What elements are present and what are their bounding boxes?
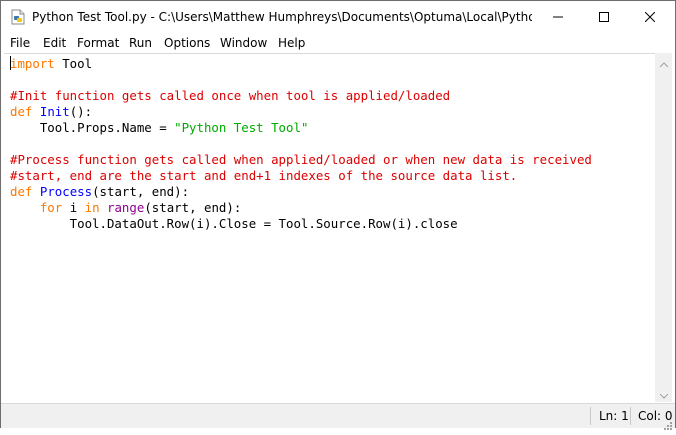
menu-options[interactable]: Options (162, 34, 212, 52)
code-text[interactable]: import Tool #Init function gets called o… (10, 56, 592, 232)
code-line: def Init(): (10, 104, 592, 120)
code-token: (start, end): (144, 200, 242, 215)
code-token: def (10, 184, 33, 199)
code-token: (): (69, 104, 93, 119)
status-divider (590, 407, 591, 425)
window-title: Python Test Tool.py - C:\Users\Matthew H… (32, 10, 532, 24)
menu-bar: File Edit Format Run Options Window Help (1, 33, 675, 53)
menu-format[interactable]: Format (75, 34, 121, 52)
menu-window[interactable]: Window (218, 34, 269, 52)
minimize-button[interactable] (535, 1, 581, 33)
menu-help[interactable]: Help (276, 34, 307, 52)
maximize-button[interactable] (581, 1, 627, 33)
code-editor[interactable]: import Tool #Init function gets called o… (4, 53, 655, 403)
resize-grip-icon[interactable] (663, 416, 673, 430)
code-line: def Process(start, end): (10, 184, 592, 200)
chevron-up-icon (659, 52, 668, 71)
code-token: range (107, 200, 145, 215)
vertical-scrollbar[interactable] (655, 53, 672, 402)
close-button[interactable] (627, 1, 673, 33)
code-line: #Init function gets called once when too… (10, 88, 592, 104)
code-token: import (10, 56, 55, 71)
python-file-icon (10, 9, 26, 25)
scroll-up-button[interactable] (655, 53, 672, 70)
code-line: Tool.DataOut.Row(i).Close = Tool.Source.… (10, 216, 592, 232)
code-token: for (39, 200, 63, 215)
status-bar: Ln: 1 Col: 0 (1, 403, 675, 430)
code-token: (start, end): (92, 184, 190, 199)
title-bar[interactable]: Python Test Tool.py - C:\Users\Matthew H… (1, 1, 675, 33)
code-token: in (84, 200, 100, 215)
code-token: Process (39, 184, 93, 199)
code-token: #Process function gets called when appli… (10, 152, 592, 167)
menu-edit[interactable]: Edit (41, 34, 68, 52)
code-token: #start, end are the start and end+1 inde… (10, 168, 518, 183)
code-line: #start, end are the start and end+1 inde… (10, 168, 592, 184)
code-line: Tool.Props.Name = "Python Test Tool" (10, 120, 592, 136)
code-line: for i in range(start, end): (10, 200, 592, 216)
scroll-down-button[interactable] (655, 385, 672, 402)
code-token: Init (39, 104, 70, 119)
code-line: #Process function gets called when appli… (10, 152, 592, 168)
code-token: Tool (54, 56, 93, 71)
code-token: Tool.Props.Name = (10, 120, 175, 135)
code-line: import Tool (10, 56, 592, 72)
code-token: #Init function gets called once when too… (10, 88, 451, 103)
line-number-label: Ln: 1 (599, 409, 629, 423)
maximize-icon (599, 12, 609, 22)
minimize-icon (553, 12, 563, 22)
menu-file[interactable]: File (8, 34, 32, 52)
code-token: "Python Test Tool" (174, 120, 309, 135)
code-token: def (10, 104, 33, 119)
menu-run[interactable]: Run (127, 34, 154, 52)
status-divider (630, 407, 631, 425)
chevron-down-icon (659, 384, 668, 403)
idle-editor-window: Python Test Tool.py - C:\Users\Matthew H… (0, 0, 676, 430)
close-icon (645, 12, 655, 22)
code-token: i (62, 200, 85, 215)
code-token: Tool.DataOut.Row(i).Close = Tool.Source.… (10, 216, 458, 231)
